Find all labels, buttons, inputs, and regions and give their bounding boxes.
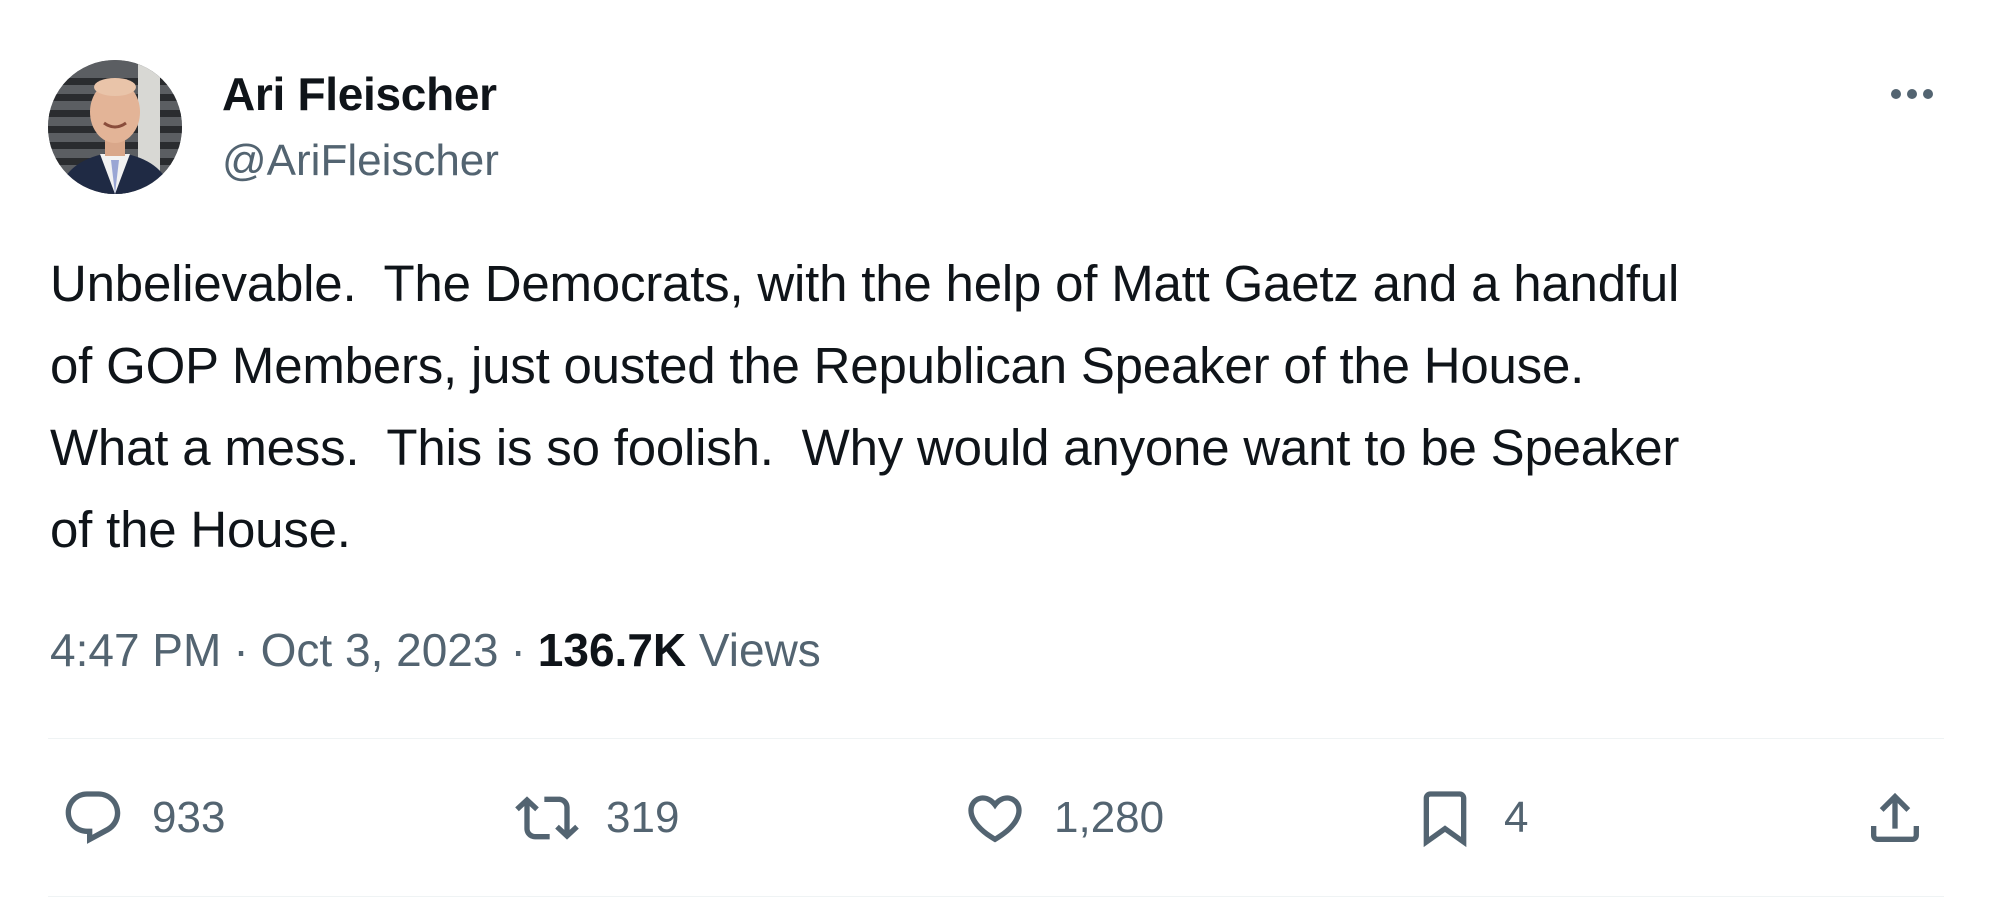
repost-count: 319 — [606, 793, 680, 842]
more-options-button[interactable] — [1876, 70, 1948, 118]
repost-arrows-icon — [512, 783, 582, 853]
views-count: 136.7K — [537, 624, 687, 676]
share-upload-icon — [1860, 783, 1930, 853]
meta-separator: · — [510, 624, 526, 676]
display-name[interactable]: Ari Fleischer — [222, 66, 497, 122]
share-button[interactable] — [1860, 780, 1930, 856]
like-button[interactable]: 1,280 — [960, 780, 1164, 856]
speech-bubble-icon — [58, 783, 128, 853]
reply-button[interactable]: 933 — [58, 780, 225, 856]
avatar-photo — [48, 60, 182, 194]
tweet-card: Ari Fleischer @AriFleischer Unbelievable… — [0, 0, 2000, 917]
avatar[interactable] — [48, 60, 182, 194]
tweet-date[interactable]: Oct 3, 2023 — [261, 624, 499, 676]
bookmark-icon — [1410, 783, 1480, 853]
reply-count: 933 — [152, 793, 226, 842]
bookmark-button[interactable]: 4 — [1410, 780, 1528, 856]
bookmark-count: 4 — [1504, 793, 1529, 842]
meta-separator: · — [233, 624, 249, 676]
tweet-text: Unbelievable. The Democrats, with the he… — [50, 255, 1680, 558]
tweet-time[interactable]: 4:47 PM — [50, 624, 221, 676]
tweet-meta: 4:47 PM · Oct 3, 2023 · 136.7K Views — [50, 620, 821, 680]
more-horizontal-icon — [1891, 89, 1933, 99]
views-label: Views — [698, 624, 821, 676]
user-handle[interactable]: @AriFleischer — [222, 134, 499, 188]
divider — [48, 738, 1944, 739]
divider — [48, 896, 1944, 897]
like-count: 1,280 — [1054, 793, 1165, 842]
heart-icon — [960, 783, 1030, 853]
repost-button[interactable]: 319 — [512, 780, 679, 856]
